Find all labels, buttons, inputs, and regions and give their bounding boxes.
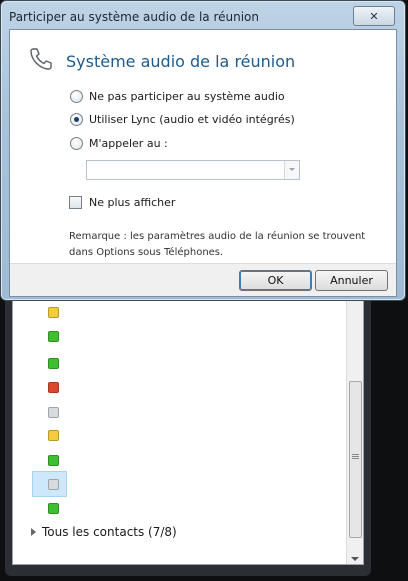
chevron-down-icon[interactable] <box>284 161 299 179</box>
dialog-title: Participer au système audio de la réunio… <box>9 10 259 24</box>
presence-icon <box>48 382 59 393</box>
all-contacts-group[interactable]: Tous les contacts (7/8) <box>31 525 177 539</box>
contacts-scrollbar[interactable] <box>346 291 363 564</box>
phone-number-combo[interactable] <box>86 160 300 180</box>
presence-icon <box>48 407 59 418</box>
all-contacts-label: Tous les contacts (7/8) <box>42 525 177 539</box>
presence-icon <box>48 503 59 514</box>
presence-icon <box>48 455 59 466</box>
option-call-me-label: M'appeler au : <box>89 137 168 150</box>
remark-text: Remarque : les paramètres audio de la ré… <box>69 231 366 258</box>
cancel-button[interactable]: Annuler <box>315 270 388 291</box>
option-no-audio[interactable]: Ne pas participer au système audio <box>70 90 285 103</box>
phone-icon <box>30 48 52 70</box>
contacts-list: Tous les contacts (7/8) <box>12 290 364 565</box>
option-call-me[interactable]: M'appeler au : <box>70 137 168 150</box>
presence-icon <box>48 331 59 342</box>
contacts-window: Tous les contacts (7/8) <box>5 285 371 576</box>
presence-icon <box>48 307 59 318</box>
dialog-footer: OK Annuler <box>10 263 396 296</box>
dont-show-again-row[interactable]: Ne plus afficher <box>69 196 175 209</box>
option-use-lync-label: Utiliser Lync (audio et vidéo intégrés) <box>89 113 295 126</box>
audio-dialog: Participer au système audio de la réunio… <box>0 0 406 301</box>
presence-icon <box>48 430 59 441</box>
radio-call-me[interactable] <box>70 137 83 150</box>
dont-show-again-checkbox[interactable] <box>69 196 82 209</box>
presence-icon <box>48 479 59 490</box>
presence-icon <box>48 358 59 369</box>
dialog-body: Système audio de la réunion Ne pas parti… <box>9 29 397 297</box>
dialog-heading: Système audio de la réunion <box>66 52 296 71</box>
option-use-lync[interactable]: Utiliser Lync (audio et vidéo intégrés) <box>70 113 295 126</box>
scroll-grip-icon <box>352 454 359 455</box>
expand-arrow-icon[interactable] <box>31 528 36 536</box>
dont-show-again-label: Ne plus afficher <box>89 196 176 209</box>
scroll-down-arrow-icon[interactable] <box>351 557 359 561</box>
ok-button[interactable]: OK <box>239 270 312 291</box>
radio-no-audio[interactable] <box>70 90 83 103</box>
radio-use-lync[interactable] <box>70 113 83 126</box>
option-no-audio-label: Ne pas participer au système audio <box>89 90 285 103</box>
scroll-thumb[interactable] <box>349 381 362 538</box>
close-button[interactable]: ✕ <box>353 6 395 26</box>
